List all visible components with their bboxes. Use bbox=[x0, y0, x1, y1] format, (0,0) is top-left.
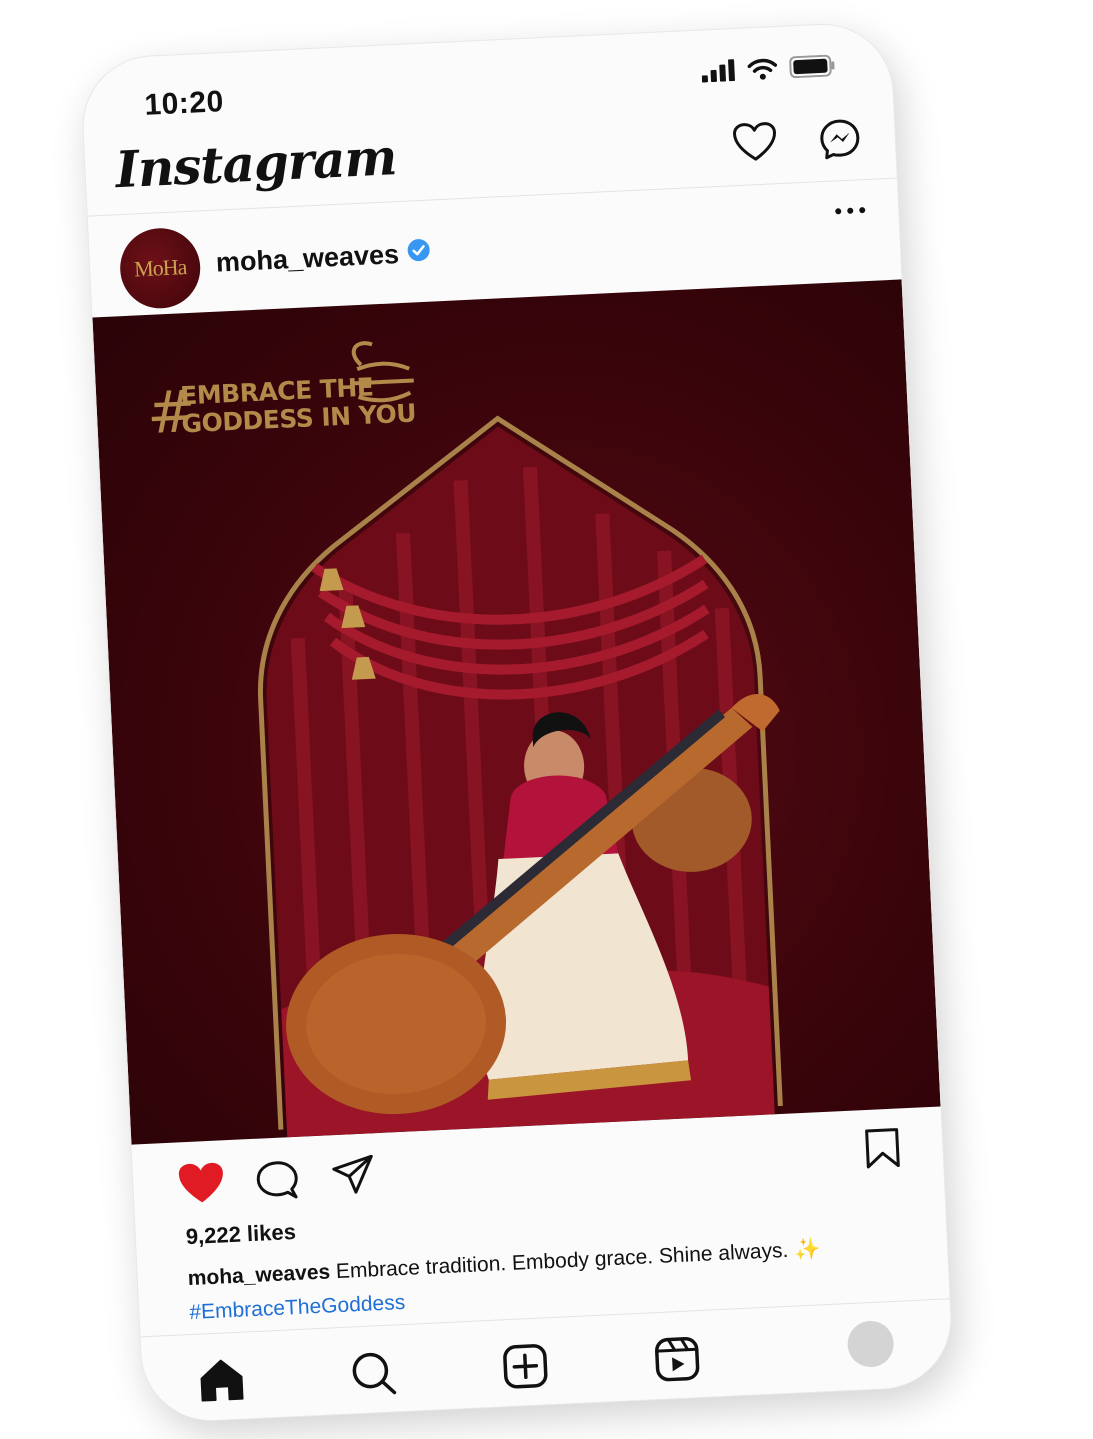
messenger-icon[interactable] bbox=[818, 117, 862, 166]
caption-username[interactable]: moha_weaves bbox=[187, 1260, 330, 1290]
profile-avatar[interactable] bbox=[846, 1319, 895, 1369]
reels-icon[interactable] bbox=[653, 1335, 701, 1388]
heart-filled-icon[interactable] bbox=[176, 1160, 226, 1211]
bookmark-icon[interactable] bbox=[863, 1126, 901, 1175]
caption-text: Embrace tradition. Embody grace. Shine a… bbox=[335, 1237, 821, 1284]
comment-icon[interactable] bbox=[254, 1159, 300, 1208]
verified-badge-icon bbox=[406, 238, 431, 270]
battery-icon bbox=[789, 54, 836, 83]
caption-hashtag[interactable]: #EmbraceTheGoddess bbox=[189, 1291, 406, 1324]
username-label: moha_weaves bbox=[215, 239, 400, 278]
status-icons bbox=[701, 54, 836, 87]
avatar[interactable]: MoHa bbox=[118, 226, 203, 311]
status-time: 10:20 bbox=[143, 85, 225, 122]
create-icon[interactable] bbox=[501, 1342, 549, 1395]
avatar-logo-text: MoHa bbox=[133, 254, 187, 282]
post-image[interactable]: # EMBRACE THE GODDESS IN YOU bbox=[92, 279, 941, 1145]
home-icon[interactable] bbox=[198, 1357, 246, 1408]
heart-outline-icon[interactable] bbox=[732, 121, 778, 170]
wifi-icon bbox=[747, 57, 778, 85]
likes-count[interactable]: 9,222 likes bbox=[185, 1219, 296, 1250]
post-username[interactable]: moha_weaves bbox=[215, 238, 431, 279]
header-actions bbox=[732, 117, 862, 170]
phone-frame: 10:20 Instagram MoHa moha_weaves # EMBRA… bbox=[80, 21, 954, 1424]
cellular-signal-icon bbox=[701, 59, 736, 88]
instagram-logo[interactable]: Instagram bbox=[114, 127, 397, 199]
search-icon[interactable] bbox=[349, 1349, 397, 1402]
more-options-icon[interactable] bbox=[834, 201, 867, 220]
share-icon[interactable] bbox=[330, 1153, 376, 1202]
